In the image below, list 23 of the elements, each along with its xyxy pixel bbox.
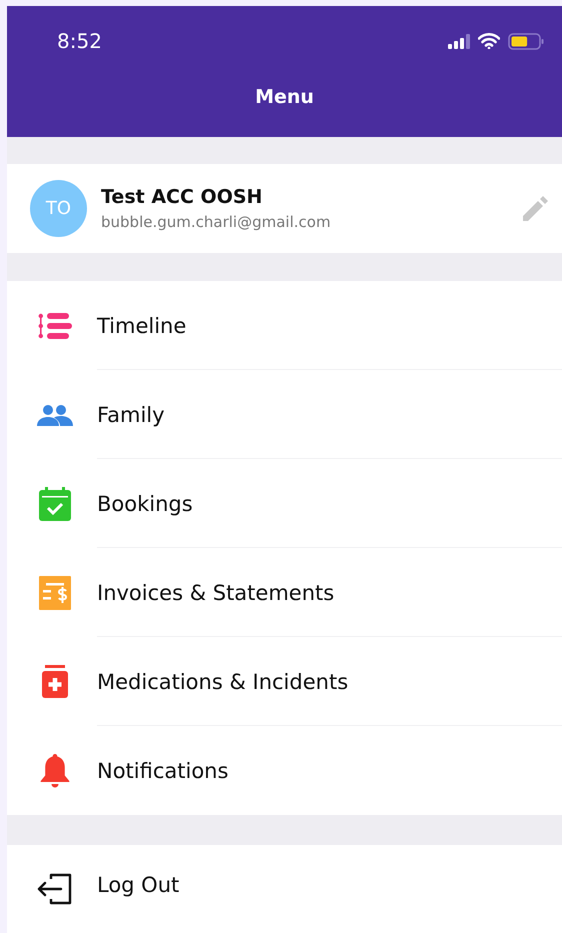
profile-card[interactable]: TO Test ACC OOSH bubble.gum.charli@gmail.com — [7, 164, 562, 253]
logout-link[interactable]: Log Out — [97, 873, 180, 897]
bell-icon — [40, 754, 70, 788]
list-icon — [38, 312, 72, 340]
calendar-icon — [39, 486, 71, 520]
signal-icon — [448, 34, 470, 48]
header-title: Menu — [255, 86, 314, 108]
menu-item[interactable]: Family — [97, 402, 165, 426]
avatar: TO — [30, 180, 87, 237]
menu-item[interactable]: Bookings — [97, 492, 193, 516]
logout-icon[interactable] — [37, 873, 73, 905]
menu-item[interactable]: Timeline — [97, 314, 186, 338]
battery-icon — [508, 32, 544, 50]
menu-item[interactable]: Invoices & Statements — [97, 580, 334, 604]
menu-item[interactable]: Medications & Incidents — [97, 670, 348, 694]
people-icon — [37, 404, 73, 426]
menu-item[interactable]: Notifications — [97, 758, 228, 782]
receipt-icon — [39, 576, 71, 610]
profile-name: Test ACC OOSH — [101, 186, 264, 208]
profile-email: bubble.gum.charli@gmail.com — [101, 213, 332, 231]
status-time: 8:52 — [57, 29, 102, 53]
wifi-icon — [478, 33, 500, 49]
medicine-icon — [42, 665, 68, 698]
